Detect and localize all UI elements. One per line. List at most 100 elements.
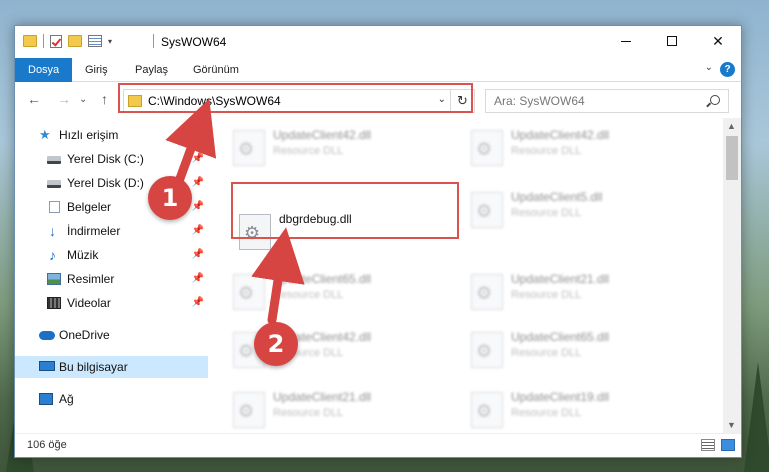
sidebar-item-label: Bu bilgisayar [59,360,128,374]
list-item[interactable]: UpdateClient42.dll Resource DLL [465,124,691,168]
sidebar-item-label: Müzik [67,248,99,262]
status-bar: 106 öğe [15,433,741,457]
sidebar-item-drive-c[interactable]: Yerel Disk (C:) 📌 [15,148,208,170]
sidebar-item-label: Resimler [67,272,115,286]
pin-icon[interactable]: 📌 [192,292,204,314]
file-name: UpdateClient21.dll [273,390,372,404]
address-bar-highlight [118,83,473,113]
sidebar-item-label: Videolar [67,296,111,310]
folder-icon [23,35,37,47]
quick-access-toolbar: ▾ [23,34,112,48]
maximize-icon [667,36,677,46]
dll-file-icon [233,392,265,428]
sidebar-item-pictures[interactable]: Resimler 📌 [15,268,208,290]
dll-file-icon [471,392,503,428]
pin-icon[interactable]: 📌 [192,220,204,242]
ribbon-tabs: Dosya Giriş Paylaş Görünüm ⌄ ? [15,58,741,82]
videos-icon [47,297,61,309]
file-type: Resource DLL [511,347,582,359]
search-input[interactable]: Ara: SysWOW64 [494,94,585,108]
file-type: Resource DLL [511,207,582,219]
window-title: SysWOW64 [161,35,227,49]
tab-file[interactable]: Dosya [15,58,73,82]
tab-home[interactable]: Giriş [73,58,120,82]
list-item[interactable]: UpdateClient65.dll Resource DLL [227,268,453,312]
item-count: 106 öğe [27,439,67,451]
scrollbar-thumb[interactable] [726,136,738,180]
dll-file-icon [471,274,503,310]
close-button[interactable]: ✕ [695,26,741,56]
file-name: UpdateClient42.dll [273,128,372,142]
step-badge-2: 2 [254,322,298,366]
sidebar-item-music[interactable]: ♪ Müzik 📌 [15,244,208,266]
sidebar-item-label: İndirmeler [67,224,121,238]
file-name: UpdateClient65.dll [511,330,610,344]
search-box[interactable]: Ara: SysWOW64 [485,89,729,113]
recent-locations-button[interactable]: ⌄ [79,94,87,105]
sidebar-item-label: Yerel Disk (D:) [67,176,144,190]
properties-check-icon[interactable] [50,34,62,48]
downloads-icon: ↓ [49,223,56,239]
music-icon: ♪ [49,247,56,263]
file-name: UpdateClient19.dll [511,390,610,404]
tab-view[interactable]: Görünüm [181,58,251,82]
file-list[interactable]: UpdateClient42.dll Resource DLL dbgrdebu… [211,118,723,433]
pin-icon[interactable]: 📌 [192,196,204,218]
vertical-scrollbar[interactable]: ▲ ▼ [723,118,741,433]
list-item[interactable]: UpdateClient42.dll Resource DLL [227,124,453,168]
pin-icon[interactable]: 📌 [192,244,204,266]
forward-button[interactable]: → [57,91,71,107]
dll-file-icon [471,130,503,166]
file-type: Resource DLL [511,407,582,419]
pictures-icon [47,273,61,285]
dll-file-icon [471,192,503,228]
minimize-button[interactable] [603,26,649,56]
sidebar-item-label: Ağ [59,392,74,406]
list-item[interactable]: UpdateClient65.dll Resource DLL [465,326,691,370]
file-name: UpdateClient65.dll [273,272,372,286]
file-type: Resource DLL [273,407,344,419]
file-name: UpdateClient21.dll [511,272,610,286]
sidebar-item-this-pc[interactable]: Bu bilgisayar [15,356,208,378]
search-icon[interactable] [710,95,720,105]
up-button[interactable]: ↑ [101,91,108,107]
details-view-icon[interactable] [701,439,715,451]
list-item[interactable]: UpdateClient21.dll Resource DLL [465,268,691,312]
sidebar-item-onedrive[interactable]: OneDrive [15,324,208,346]
chevron-down-icon[interactable]: ⌄ [705,62,713,73]
scroll-up-icon[interactable]: ▲ [727,121,736,131]
sidebar-item-quick-access[interactable]: ★ Hızlı erişim [15,124,208,146]
file-type: Resource DLL [511,145,582,157]
step-badge-1: 1 [148,176,192,220]
pin-icon[interactable]: 📌 [192,148,204,170]
file-name: UpdateClient42.dll [511,128,610,142]
file-name: UpdateClient5.dll [511,190,603,204]
navigation-pane: ★ Hızlı erişim Yerel Disk (C:) 📌 Yerel D… [15,118,208,433]
customize-toolbar-icon[interactable]: ▾ [108,37,112,46]
sidebar-item-downloads[interactable]: ↓ İndirmeler 📌 [15,220,208,242]
pin-icon[interactable]: 📌 [192,172,204,194]
maximize-button[interactable] [649,26,695,56]
dll-file-icon [471,332,503,368]
sidebar-item-videos[interactable]: Videolar 📌 [15,292,208,314]
onedrive-icon [39,331,55,340]
help-icon[interactable]: ? [720,62,735,77]
file-type: Resource DLL [511,289,582,301]
network-icon [39,393,53,405]
list-item[interactable]: UpdateClient21.dll Resource DLL [227,386,453,430]
drive-icon [47,180,61,188]
sidebar-item-label: Yerel Disk (C:) [67,152,144,166]
drive-icon [47,156,61,164]
new-folder-icon[interactable] [68,35,82,47]
dll-file-icon [233,274,265,310]
back-button[interactable]: ← [27,91,41,107]
sidebar-item-network[interactable]: Ağ [15,388,208,410]
documents-icon [49,201,60,213]
properties-icon[interactable] [88,35,102,47]
tiles-view-icon[interactable] [721,439,735,451]
tab-share[interactable]: Paylaş [123,58,180,82]
list-item[interactable]: UpdateClient19.dll Resource DLL [465,386,691,430]
list-item[interactable]: UpdateClient5.dll Resource DLL [465,186,691,230]
pin-icon[interactable]: 📌 [192,268,204,290]
scroll-down-icon[interactable]: ▼ [727,420,736,430]
